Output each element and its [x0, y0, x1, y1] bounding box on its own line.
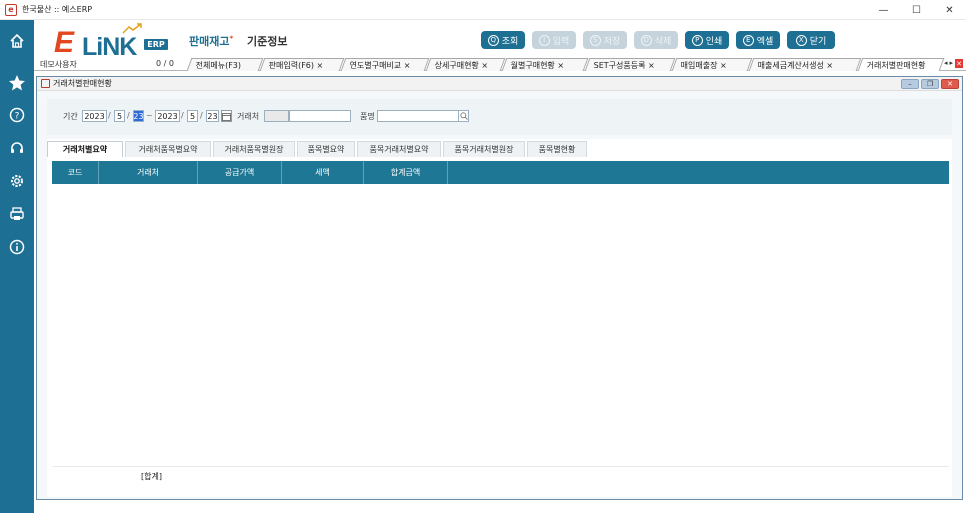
filter-panel: 기간 2023 / 5 / 23 ~ 2023 / 5 / 23 거래처 품명: [47, 99, 952, 135]
window-title: 한국물산 :: 예스ERP: [22, 5, 93, 14]
submodule-title: 기준정보: [247, 35, 288, 48]
headset-icon[interactable]: [8, 139, 26, 157]
excel-button[interactable]: E 엑셀: [736, 31, 780, 49]
column-header-supply-amount[interactable]: 공급가액: [198, 161, 282, 184]
tab-customer-sales[interactable]: 거래처별판매현황: [857, 58, 945, 71]
minimize-button[interactable]: —: [867, 0, 900, 20]
maximize-button[interactable]: ☐: [900, 0, 933, 20]
tab-scroll-right-icon[interactable]: ▸: [949, 59, 953, 68]
tab-yearly-purchase[interactable]: 연도별구매비교 ×: [340, 58, 430, 71]
star-icon[interactable]: [8, 74, 26, 92]
app-icon: e: [5, 3, 17, 16]
delete-button[interactable]: D 삭제: [634, 31, 678, 49]
tab-sales-tax-invoice[interactable]: 매출세금계산서생성 ×: [748, 58, 862, 71]
tab-monthly-purchase[interactable]: 월별구매현황 ×: [501, 58, 589, 71]
grid-header: 코드 거래처 공급가액 세액 합계금액: [52, 161, 949, 184]
search-button[interactable]: Q 조회: [481, 31, 525, 49]
tab-sales-input[interactable]: 판매입력(F6) ×: [259, 58, 345, 71]
printer-icon[interactable]: [8, 205, 26, 223]
close-form-button[interactable]: X 닫기: [787, 31, 835, 49]
tab-purchase-sales-ledger[interactable]: 매입매출장 ×: [671, 58, 753, 71]
elink-logo: E LiNK ERP: [54, 23, 169, 61]
svg-text:?: ?: [15, 112, 20, 122]
grid-footer-divider: [52, 466, 949, 467]
customer-label: 거래처: [237, 112, 260, 121]
settings-icon[interactable]: [8, 172, 26, 190]
form-titlebar: 거래처별판매현황 – ❐ ✕: [37, 77, 962, 91]
user-name: 데모사용자: [40, 60, 77, 69]
tab-scroll-left-icon[interactable]: ◂: [944, 59, 948, 68]
form-window: 거래처별판매현황 – ❐ ✕ 기간 2023 / 5 / 23 ~ 2023 /…: [36, 76, 963, 500]
form-restore-button[interactable]: ❐: [921, 79, 939, 89]
home-icon[interactable]: [8, 32, 26, 50]
form-close-button[interactable]: ✕: [941, 79, 959, 89]
print-button[interactable]: P 인쇄: [685, 31, 729, 49]
tab-detail-purchase[interactable]: 상세구매현황 ×: [425, 58, 506, 71]
save-button[interactable]: S 저장: [583, 31, 627, 49]
trend-arrow-icon: [122, 23, 144, 38]
close-all-tabs-icon[interactable]: ✕: [955, 59, 963, 68]
input-button[interactable]: I 입력: [532, 31, 576, 49]
help-icon[interactable]: ?: [8, 106, 26, 124]
to-month-input[interactable]: 5: [187, 110, 198, 122]
tab-item-customer-ledger[interactable]: 품목거래처별원장: [443, 141, 525, 157]
info-icon[interactable]: [8, 238, 26, 256]
from-year-input[interactable]: 2023: [82, 110, 107, 122]
tab-item-customer-summary[interactable]: 품목거래처별요약: [357, 141, 441, 157]
window-titlebar: e 한국물산 :: 예스ERP — ☐ ✕: [0, 0, 966, 20]
calendar-icon[interactable]: [221, 110, 232, 122]
document-tabs-bar: 데모사용자 0 / 0 전체메뉴(F3) 판매입력(F6) × 연도별구매비교 …: [34, 58, 966, 71]
period-label: 기간: [63, 112, 78, 121]
form-icon: [41, 79, 50, 88]
item-search-icon[interactable]: [459, 110, 469, 122]
tab-customer-item-summary[interactable]: 거래처품목별요약: [125, 141, 211, 157]
close-button[interactable]: ✕: [933, 0, 966, 20]
item-name-input[interactable]: [377, 110, 459, 122]
tab-item-status[interactable]: 품목별현황: [527, 141, 587, 157]
tab-item-summary[interactable]: 품목별요약: [297, 141, 355, 157]
sidebar: ?: [0, 20, 34, 513]
app-header: E LiNK ERP 판매재고* 기준정보 Q 조회 I 입력 S 저장 D 삭제 P인…: [34, 20, 966, 61]
result-panel: 거래처별요약 거래처품목별요약 거래처품목별원장 품목별요약 품목거래처별요약 …: [47, 139, 952, 497]
to-day-input[interactable]: 23: [206, 110, 219, 122]
column-header-customer[interactable]: 거래처: [99, 161, 198, 184]
customer-code-input[interactable]: [264, 110, 289, 122]
tab-all-menu[interactable]: 전체메뉴(F3): [186, 58, 264, 71]
tab-customer-summary[interactable]: 거래처별요약: [47, 141, 123, 157]
customer-name-input[interactable]: [289, 110, 351, 122]
form-title: 거래처별판매현황: [53, 79, 112, 88]
tab-count: 0 / 0: [156, 59, 174, 68]
form-minimize-button[interactable]: –: [901, 79, 919, 89]
grid-total-label: [합계]: [141, 472, 162, 481]
column-header-code[interactable]: 코드: [52, 161, 99, 184]
tab-set-components[interactable]: SET구성품등록 ×: [584, 58, 676, 71]
from-month-input[interactable]: 5: [114, 110, 125, 122]
from-day-input[interactable]: 23: [133, 110, 144, 122]
column-header-total-amount[interactable]: 합계금액: [364, 161, 448, 184]
to-year-input[interactable]: 2023: [155, 110, 180, 122]
column-header-tax[interactable]: 세액: [282, 161, 364, 184]
item-label: 품명: [360, 112, 375, 121]
tab-customer-item-ledger[interactable]: 거래처품목별원장: [213, 141, 295, 157]
module-title: 판매재고*: [189, 34, 234, 48]
